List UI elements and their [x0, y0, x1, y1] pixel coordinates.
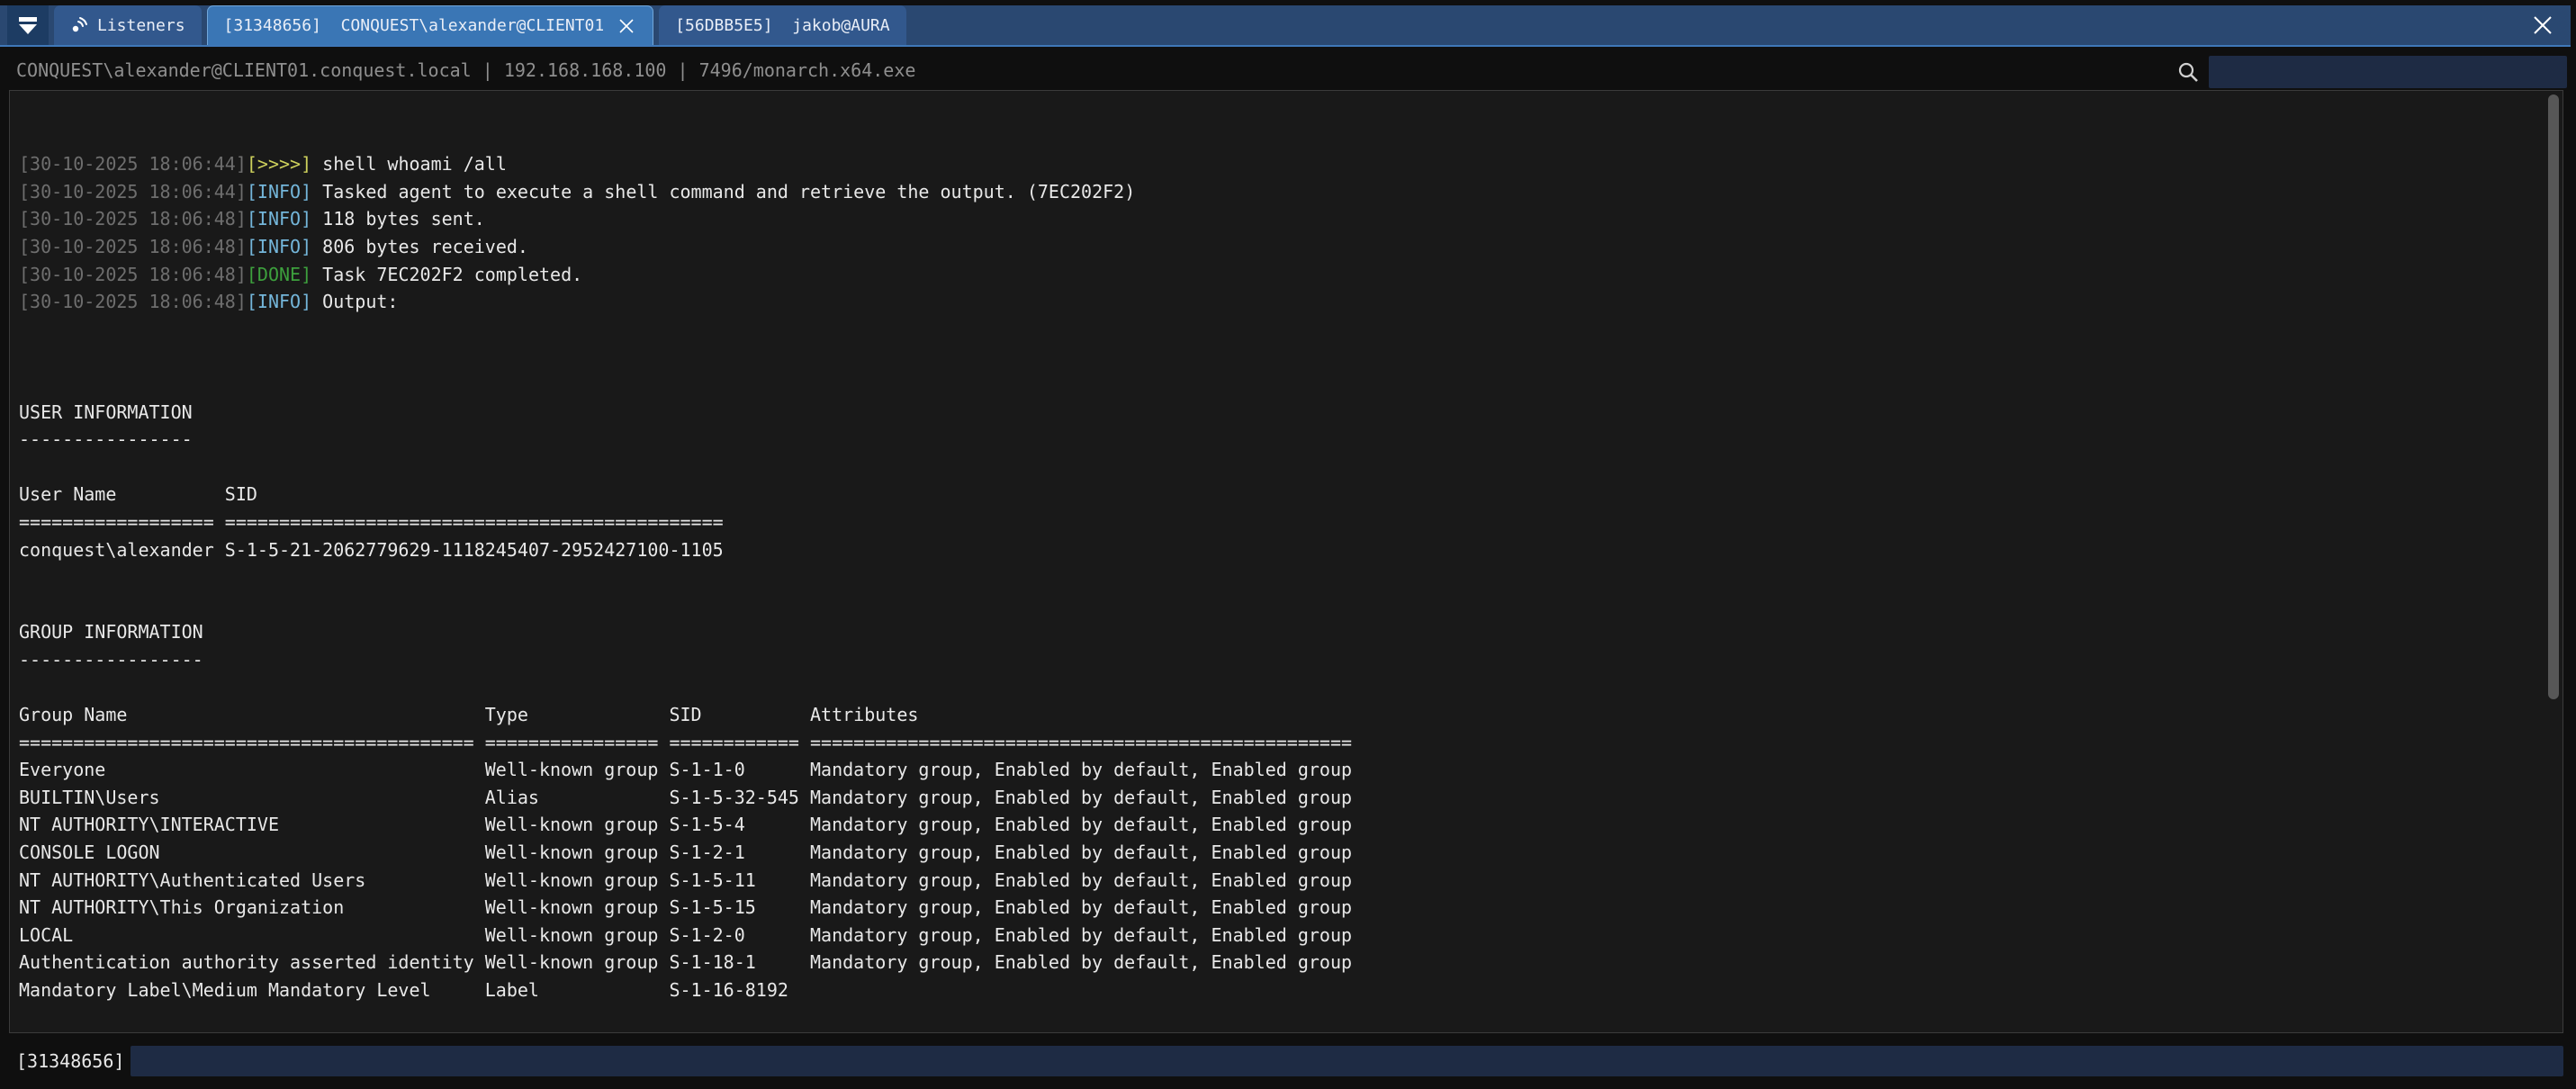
log-line: [30-10-2025 18:06:48][INFO] 806 bytes re… [19, 233, 2541, 261]
log-message: Output: [311, 291, 398, 312]
search-icon [2176, 60, 2200, 84]
terminal-output-panel[interactable]: [30-10-2025 18:06:44][>>>>] shell whoami… [9, 90, 2563, 1033]
log-level-tag: [DONE] [247, 264, 311, 285]
log-message: Task 7EC202F2 completed. [311, 264, 582, 285]
tab-listeners[interactable]: Listeners [54, 5, 202, 45]
listener-icon [70, 16, 88, 34]
log-timestamp: [30-10-2025 18:06:48] [19, 208, 247, 230]
scrollbar-thumb[interactable] [2548, 94, 2559, 699]
log-level-tag: [>>>>] [247, 153, 311, 175]
log-line: [30-10-2025 18:06:44][INFO] Tasked agent… [19, 178, 2541, 206]
search-bar [2176, 56, 2567, 88]
log-level-tag: [INFO] [247, 181, 311, 202]
log-message: shell whoami /all [311, 153, 507, 175]
log-timestamp: [30-10-2025 18:06:44] [19, 153, 247, 175]
tab-bar-tabs: Listeners [31348656] CONQUEST\alexander@C… [49, 5, 906, 45]
log-level-tag: [INFO] [247, 291, 311, 312]
tab-label: [31348656] CONQUEST\alexander@CLIENT01 [224, 16, 605, 35]
log-level-tag: [INFO] [247, 208, 311, 230]
session-menu-button[interactable] [7, 5, 49, 45]
close-icon [2529, 12, 2556, 39]
session-status-text: CONQUEST\alexander@CLIENT01.conquest.loc… [16, 59, 915, 81]
tab-session-56dbb5e5[interactable]: [56DBB5E5] jakob@AURA [659, 5, 905, 45]
prompt-session-id: [31348656] [16, 1050, 124, 1072]
log-line: [30-10-2025 18:06:48][DONE] Task 7EC202F… [19, 261, 2541, 289]
log-message: 806 bytes received. [311, 236, 528, 257]
tab-label: [56DBB5E5] jakob@AURA [675, 16, 889, 35]
command-output: USER INFORMATION ---------------- User N… [19, 371, 2541, 1033]
log-line: [30-10-2025 18:06:48][INFO] 118 bytes se… [19, 205, 2541, 233]
search-input[interactable] [2209, 56, 2567, 88]
log-timestamp: [30-10-2025 18:06:48] [19, 236, 247, 257]
log-timestamp: [30-10-2025 18:06:48] [19, 264, 247, 285]
log-level-tag: [INFO] [247, 236, 311, 257]
log-timestamp: [30-10-2025 18:06:44] [19, 181, 247, 202]
log-message: Tasked agent to execute a shell command … [311, 181, 1135, 202]
command-input[interactable] [131, 1046, 2563, 1076]
tab-close-button[interactable] [617, 16, 636, 36]
tab-close-icon [617, 16, 636, 36]
window-close-button[interactable] [2529, 5, 2556, 45]
log-line: [30-10-2025 18:06:48][INFO] Output: [19, 288, 2541, 316]
scrollbar[interactable] [2547, 93, 2560, 1030]
log-timestamp: [30-10-2025 18:06:48] [19, 291, 247, 312]
terminal-log: [30-10-2025 18:06:44][>>>>] shell whoami… [19, 150, 2541, 316]
command-bar: [31348656] [0, 1040, 2576, 1083]
log-line: [30-10-2025 18:06:44][>>>>] shell whoami… [19, 150, 2541, 178]
dropdown-icon [17, 14, 39, 36]
tab-bar: Listeners [31348656] CONQUEST\alexander@C… [0, 5, 2571, 47]
tab-session-31348656[interactable]: [31348656] CONQUEST\alexander@CLIENT01 [207, 5, 654, 45]
tab-label: Listeners [97, 16, 185, 35]
log-message: 118 bytes sent. [311, 208, 485, 230]
